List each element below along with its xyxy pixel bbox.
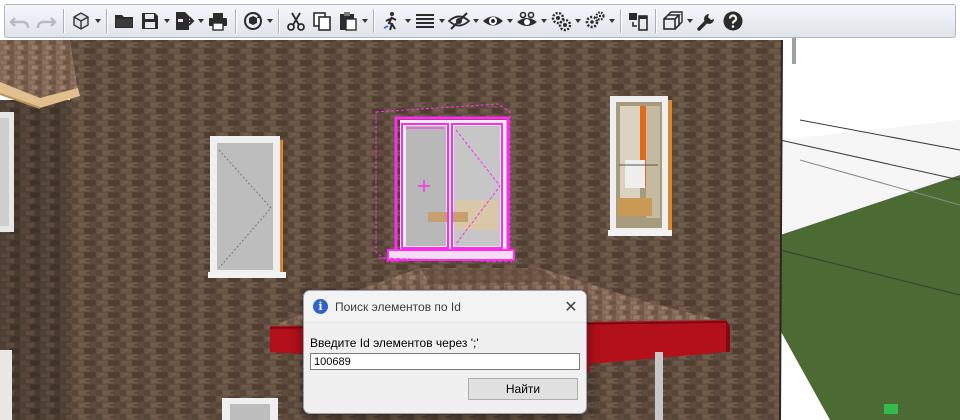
toolbar-separator bbox=[620, 9, 621, 33]
save-button[interactable] bbox=[137, 7, 163, 35]
undo-button[interactable] bbox=[7, 7, 33, 35]
cube-icon bbox=[70, 10, 92, 32]
folder-icon bbox=[113, 10, 135, 32]
save-icon bbox=[139, 10, 161, 32]
paste-dropdown[interactable] bbox=[361, 7, 369, 35]
settings-dropdown[interactable] bbox=[608, 7, 616, 35]
export-button[interactable] bbox=[171, 7, 197, 35]
undo-icon bbox=[9, 10, 31, 32]
new-project-button[interactable] bbox=[68, 7, 94, 35]
eye-gear-icon bbox=[516, 10, 538, 32]
toolbar-separator bbox=[655, 9, 656, 33]
info-icon: i bbox=[313, 299, 328, 314]
show-dropdown[interactable] bbox=[506, 7, 514, 35]
window-layout-button[interactable] bbox=[625, 7, 651, 35]
open-button[interactable] bbox=[111, 7, 137, 35]
tools-button[interactable] bbox=[694, 7, 720, 35]
copy-icon bbox=[311, 10, 333, 32]
list-dropdown[interactable] bbox=[438, 7, 446, 35]
element-id-input[interactable] bbox=[310, 353, 580, 370]
copy-button[interactable] bbox=[309, 7, 335, 35]
list-icon bbox=[414, 10, 436, 32]
3d-view-dropdown[interactable] bbox=[686, 7, 694, 35]
windows-icon bbox=[627, 10, 649, 32]
printer-icon bbox=[207, 10, 229, 32]
boxes-icon bbox=[662, 10, 684, 32]
scissors-icon bbox=[285, 10, 307, 32]
eye-icon bbox=[482, 10, 504, 32]
export-dropdown[interactable] bbox=[197, 7, 205, 35]
layers-settings-dropdown[interactable] bbox=[574, 7, 582, 35]
selected-window[interactable] bbox=[375, 103, 515, 263]
orbit-icon bbox=[242, 10, 264, 32]
toolbar-separator bbox=[373, 9, 374, 33]
eye-slash-icon bbox=[448, 10, 470, 32]
show-button[interactable] bbox=[480, 7, 506, 35]
layers-settings-button[interactable] bbox=[548, 7, 574, 35]
id-prompt-label: Введите Id элементов через ';' bbox=[310, 336, 479, 350]
find-button[interactable]: Найти bbox=[468, 378, 578, 400]
close-button[interactable]: ✕ bbox=[556, 292, 586, 322]
toolbar-separator bbox=[63, 9, 64, 33]
export-icon bbox=[173, 10, 195, 32]
toolbar-separator bbox=[278, 9, 279, 33]
dialog-title: Поиск элементов по Id bbox=[335, 299, 461, 314]
find-by-id-dialog: i Поиск элементов по Id ✕ Введите Id эле… bbox=[303, 290, 587, 414]
list-button[interactable] bbox=[412, 7, 438, 35]
walk-button[interactable] bbox=[378, 7, 404, 35]
layers-gear-icon bbox=[550, 10, 572, 32]
print-button[interactable] bbox=[205, 7, 231, 35]
toolbar-separator bbox=[106, 9, 107, 33]
3d-view-button[interactable] bbox=[660, 7, 686, 35]
paste-icon bbox=[337, 10, 359, 32]
wrench-icon bbox=[696, 10, 718, 32]
new-project-dropdown[interactable] bbox=[94, 7, 102, 35]
help-icon bbox=[722, 10, 744, 32]
redo-button[interactable] bbox=[33, 7, 59, 35]
cut-button[interactable] bbox=[283, 7, 309, 35]
visibility-settings-dropdown[interactable] bbox=[540, 7, 548, 35]
dialog-title-bar[interactable]: i Поиск элементов по Id ✕ bbox=[304, 291, 586, 323]
rotate-view-button[interactable] bbox=[240, 7, 266, 35]
paste-button[interactable] bbox=[335, 7, 361, 35]
main-toolbar bbox=[4, 4, 956, 38]
save-dropdown[interactable] bbox=[163, 7, 171, 35]
walking-man-icon bbox=[380, 10, 402, 32]
hide-dropdown[interactable] bbox=[472, 7, 480, 35]
gears-icon bbox=[584, 10, 606, 32]
help-button[interactable] bbox=[720, 7, 746, 35]
toolbar-separator bbox=[235, 9, 236, 33]
hide-button[interactable] bbox=[446, 7, 472, 35]
settings-button[interactable] bbox=[582, 7, 608, 35]
visibility-settings-button[interactable] bbox=[514, 7, 540, 35]
rotate-view-dropdown[interactable] bbox=[266, 7, 274, 35]
walk-dropdown[interactable] bbox=[404, 7, 412, 35]
redo-icon bbox=[35, 10, 57, 32]
